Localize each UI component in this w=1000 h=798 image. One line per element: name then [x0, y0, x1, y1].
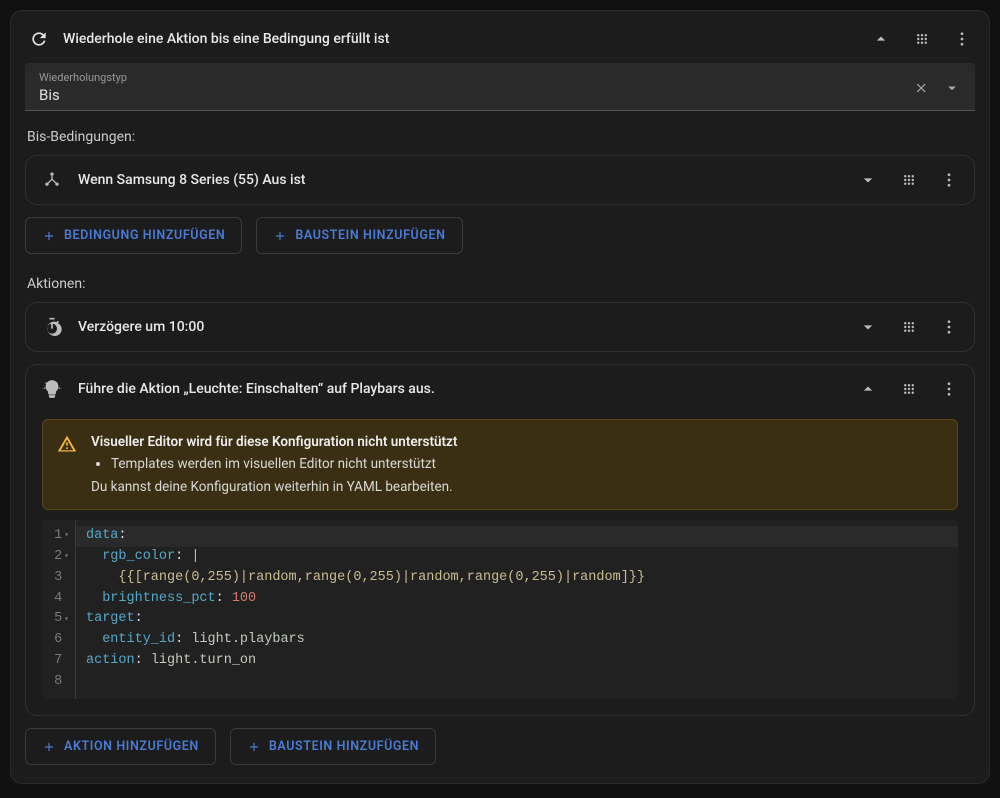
- drag-handle-icon[interactable]: [900, 171, 918, 189]
- expand-icon[interactable]: [858, 317, 878, 337]
- card-title: Wiederhole eine Aktion bis eine Bedingun…: [63, 31, 857, 47]
- warning-footer: Du kannst deine Konfiguration weiterhin …: [91, 477, 457, 497]
- repeat-type-select[interactable]: Wiederholungstyp Bis: [25, 63, 975, 111]
- card-header: Wiederhole eine Aktion bis eine Bedingun…: [25, 23, 975, 63]
- yaml-editor[interactable]: 1▾ 2▾ 3 4 5▾ 6 7 8 data: rgb_color: | {{…: [42, 520, 958, 699]
- action-buttons: Aktion hinzufügen Baustein hinzufügen: [25, 728, 975, 765]
- yaml-warning: Visueller Editor wird für diese Konfigur…: [42, 419, 958, 510]
- card-header-actions: [871, 29, 971, 49]
- warning-title: Visueller Editor wird für diese Konfigur…: [91, 432, 457, 452]
- add-block-label: Baustein hinzufügen: [295, 228, 445, 243]
- add-block-label: Baustein hinzufügen: [269, 739, 419, 754]
- select-content: Wiederholungstyp Bis: [39, 71, 913, 104]
- dropdown-icon[interactable]: [943, 79, 961, 97]
- expand-icon[interactable]: [858, 170, 878, 190]
- action-row-actions: [858, 379, 958, 399]
- add-action-button[interactable]: Aktion hinzufügen: [25, 728, 216, 765]
- repeat-icon: [29, 29, 49, 49]
- add-condition-label: Bedingung hinzufügen: [64, 228, 225, 243]
- select-value: Bis: [39, 84, 913, 104]
- overflow-menu-icon[interactable]: [953, 30, 971, 48]
- condition-row[interactable]: Wenn Samsung 8 Series (55) Aus ist: [25, 155, 975, 205]
- drag-handle-icon[interactable]: [913, 30, 931, 48]
- state-icon: [42, 170, 62, 190]
- condition-title: Wenn Samsung 8 Series (55) Aus ist: [78, 172, 842, 188]
- actions-section-label: Aktionen:: [27, 276, 975, 292]
- condition-buttons: Bedingung hinzufügen Baustein hinzufügen: [25, 217, 975, 254]
- lightbulb-icon: [42, 379, 62, 399]
- overflow-menu-icon[interactable]: [940, 318, 958, 336]
- overflow-menu-icon[interactable]: [940, 171, 958, 189]
- add-block-button[interactable]: Baustein hinzufügen: [230, 728, 436, 765]
- add-block-button[interactable]: Baustein hinzufügen: [256, 217, 462, 254]
- repeat-until-card: Wiederhole eine Aktion bis eine Bedingun…: [10, 10, 990, 784]
- action-light-header[interactable]: Führe die Aktion „Leuchte: Einschalten“ …: [26, 365, 974, 413]
- drag-handle-icon[interactable]: [900, 380, 918, 398]
- add-condition-button[interactable]: Bedingung hinzufügen: [25, 217, 242, 254]
- overflow-menu-icon[interactable]: [940, 380, 958, 398]
- collapse-icon[interactable]: [871, 29, 891, 49]
- collapse-icon[interactable]: [858, 379, 878, 399]
- action-light-title: Führe die Aktion „Leuchte: Einschalten“ …: [78, 381, 842, 397]
- warning-content: Visueller Editor wird für diese Konfigur…: [91, 432, 457, 497]
- select-label: Wiederholungstyp: [39, 71, 913, 84]
- warning-bullet: Templates werden im visuellen Editor nic…: [111, 454, 457, 474]
- conditions-section-label: Bis-Bedingungen:: [27, 129, 975, 145]
- drag-handle-icon[interactable]: [900, 318, 918, 336]
- add-action-label: Aktion hinzufügen: [64, 739, 199, 754]
- line-gutter: 1▾ 2▾ 3 4 5▾ 6 7 8: [42, 520, 76, 699]
- clear-icon[interactable]: [913, 79, 931, 97]
- action-delay-title: Verzögere um 10:00: [78, 319, 842, 335]
- action-row-delay[interactable]: Verzögere um 10:00: [25, 302, 975, 352]
- timer-icon: [42, 317, 62, 337]
- select-actions: [913, 79, 961, 97]
- action-row-light: Führe die Aktion „Leuchte: Einschalten“ …: [25, 364, 975, 716]
- action-row-actions: [858, 317, 958, 337]
- code-content[interactable]: data: rgb_color: | {{[range(0,255)|rando…: [76, 520, 958, 699]
- warning-icon: [57, 434, 77, 454]
- condition-row-actions: [858, 170, 958, 190]
